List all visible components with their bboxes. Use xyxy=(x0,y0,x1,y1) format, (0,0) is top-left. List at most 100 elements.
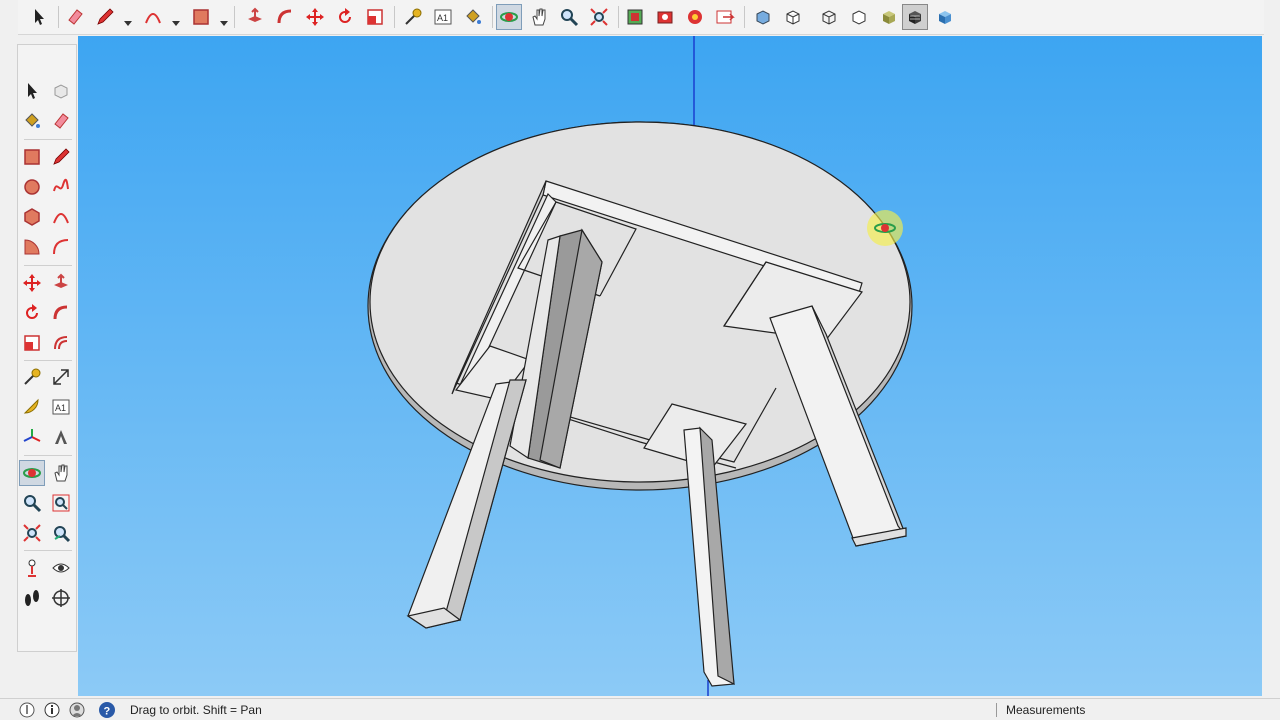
axes-icon xyxy=(23,429,41,442)
text-icon: A1 xyxy=(434,9,452,25)
instructor-help-button[interactable]: ? xyxy=(98,701,116,719)
arc-tool-dropdown[interactable] xyxy=(172,14,180,26)
zoom-window-button[interactable] xyxy=(48,490,74,516)
measurements-divider xyxy=(996,703,997,717)
back-edges-style-button[interactable] xyxy=(780,4,806,30)
chevron-down-icon xyxy=(220,21,228,26)
warehouse-tool-button[interactable] xyxy=(622,4,648,30)
arc-button[interactable] xyxy=(48,204,74,230)
orbit-tool-button[interactable] xyxy=(496,4,522,30)
push-pull-button[interactable] xyxy=(48,270,74,296)
sketchup-window: A1 A1 ? Drag to orbit. Shift = Pan Measu… xyxy=(0,0,1280,720)
line-tool-button[interactable] xyxy=(92,4,118,30)
push-pull-tool-button[interactable] xyxy=(242,4,268,30)
freehand-button[interactable] xyxy=(48,174,74,200)
offset-icon xyxy=(54,336,68,350)
previous-view-button[interactable] xyxy=(48,520,74,546)
orbit-cursor xyxy=(867,210,903,246)
wireframe-style-button[interactable] xyxy=(816,4,842,30)
freehand-icon xyxy=(53,178,69,192)
follow-me-button[interactable] xyxy=(48,300,74,326)
arc-tool-button[interactable] xyxy=(140,4,166,30)
select-tool-button[interactable] xyxy=(26,4,52,30)
zoom-button[interactable] xyxy=(19,490,45,516)
follow-me-tool-button[interactable] xyxy=(272,4,298,30)
user-account-indicator[interactable] xyxy=(68,701,86,719)
text-button[interactable]: A1 xyxy=(48,394,74,420)
make-component-button[interactable] xyxy=(48,78,74,104)
line-button[interactable] xyxy=(48,144,74,170)
pan-button[interactable] xyxy=(48,460,74,486)
text-tool-button[interactable]: A1 xyxy=(430,4,456,30)
tape-measure-button[interactable] xyxy=(19,364,45,390)
tape-measure-tool-button[interactable] xyxy=(400,4,426,30)
model-viewport[interactable] xyxy=(78,36,1262,696)
shaded-textures-cube-icon xyxy=(909,11,921,24)
polygon-button[interactable] xyxy=(19,204,45,230)
paint-bucket-icon xyxy=(466,9,481,24)
follow-me-icon xyxy=(277,9,292,24)
geo-location-indicator[interactable] xyxy=(18,701,36,719)
rectangle-tool-dropdown[interactable] xyxy=(220,14,228,26)
move-tool-button[interactable] xyxy=(302,4,328,30)
table-model[interactable] xyxy=(78,36,1262,696)
hidden-line-style-button[interactable] xyxy=(846,4,872,30)
credits-indicator[interactable] xyxy=(43,701,61,719)
help-icon: ? xyxy=(99,702,115,718)
zoom-extents-icon xyxy=(590,8,608,26)
rotate-icon xyxy=(26,304,38,319)
zoom-extents-button[interactable] xyxy=(19,520,45,546)
protractor-button[interactable] xyxy=(19,394,45,420)
scale-icon xyxy=(367,9,383,25)
status-hint-text: Drag to orbit. Shift = Pan xyxy=(130,703,262,717)
rectangle-button[interactable] xyxy=(19,144,45,170)
monochrome-style-button[interactable] xyxy=(932,4,958,30)
move-button[interactable] xyxy=(19,270,45,296)
circle-button[interactable] xyxy=(19,174,45,200)
eraser-tool-button[interactable] xyxy=(62,4,88,30)
offset-button[interactable] xyxy=(48,330,74,356)
extension-icon xyxy=(657,11,673,24)
3d-text-button[interactable] xyxy=(48,424,74,450)
footprints-icon xyxy=(25,590,39,606)
rectangle-tool-button[interactable] xyxy=(188,4,214,30)
measurements-label: Measurements xyxy=(1006,703,1086,717)
shaded-style-button[interactable] xyxy=(876,4,902,30)
axes-button[interactable] xyxy=(19,424,45,450)
extension-manager-tool-button[interactable] xyxy=(682,4,708,30)
paint-bucket-button[interactable] xyxy=(19,108,45,134)
rotate-tool-button[interactable] xyxy=(332,4,358,30)
back-edges-cube-icon xyxy=(786,10,800,25)
eraser-button[interactable] xyxy=(48,108,74,134)
scale-tool-button[interactable] xyxy=(362,4,388,30)
zoom-extents-tool-button[interactable] xyxy=(586,4,612,30)
eraser-icon xyxy=(54,113,69,129)
hidden-line-cube-icon xyxy=(852,10,866,25)
two-point-arc-button[interactable] xyxy=(48,234,74,260)
measurements-input[interactable] xyxy=(1090,701,1276,719)
orbit-button[interactable] xyxy=(19,460,45,486)
position-camera-button[interactable] xyxy=(19,555,45,581)
arc-icon xyxy=(53,213,69,224)
xray-style-button[interactable] xyxy=(750,4,776,30)
dimension-button[interactable] xyxy=(48,364,74,390)
pan-tool-button[interactable] xyxy=(526,4,552,30)
section-plane-button[interactable] xyxy=(48,585,74,611)
shaded-textures-style-button[interactable] xyxy=(902,4,928,30)
line-tool-dropdown[interactable] xyxy=(124,14,132,26)
look-around-button[interactable] xyxy=(48,555,74,581)
extension-warehouse-tool-button[interactable] xyxy=(652,4,678,30)
circle-icon xyxy=(24,179,40,195)
rotate-button[interactable] xyxy=(19,300,45,326)
select-button[interactable] xyxy=(19,78,45,104)
arrow-icon xyxy=(35,9,44,25)
paint-bucket-tool-button[interactable] xyxy=(460,4,486,30)
tape-measure-icon xyxy=(24,368,41,385)
chevron-down-icon xyxy=(124,21,132,26)
scale-button[interactable] xyxy=(19,330,45,356)
walk-button[interactable] xyxy=(19,585,45,611)
pie-button[interactable] xyxy=(19,234,45,260)
wireframe-cube-icon xyxy=(822,10,836,25)
zoom-tool-button[interactable] xyxy=(556,4,582,30)
layout-tool-button[interactable] xyxy=(712,4,738,30)
